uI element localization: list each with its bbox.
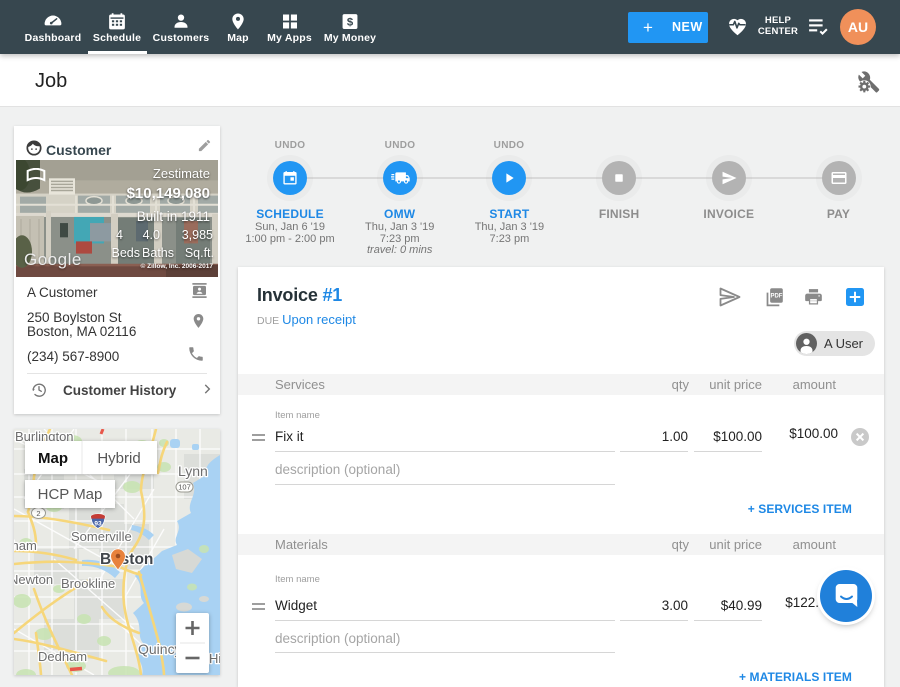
svg-text:HCP Map: HCP Map bbox=[38, 486, 103, 503]
svg-text:107: 107 bbox=[178, 483, 191, 492]
svg-text:Hybrid: Hybrid bbox=[97, 450, 140, 467]
svg-text:Quincy: Quincy bbox=[138, 641, 182, 657]
svg-text:$: $ bbox=[347, 17, 354, 29]
svg-text:Map: Map bbox=[38, 450, 68, 467]
svg-text:Boston: Boston bbox=[100, 551, 153, 568]
svg-text:PDF: PDF bbox=[770, 294, 782, 300]
svg-text:Waltham: Waltham bbox=[14, 538, 37, 553]
svg-text:Somerville: Somerville bbox=[71, 529, 132, 544]
svg-text:Dedham: Dedham bbox=[38, 649, 87, 664]
svg-text:Brookline: Brookline bbox=[61, 576, 115, 591]
svg-text:Hingham: Hingham bbox=[209, 651, 220, 666]
svg-text:2: 2 bbox=[36, 509, 40, 518]
svg-text:93: 93 bbox=[94, 521, 102, 528]
svg-text:Newton: Newton bbox=[14, 572, 53, 587]
svg-text:Lynn: Lynn bbox=[178, 463, 208, 479]
